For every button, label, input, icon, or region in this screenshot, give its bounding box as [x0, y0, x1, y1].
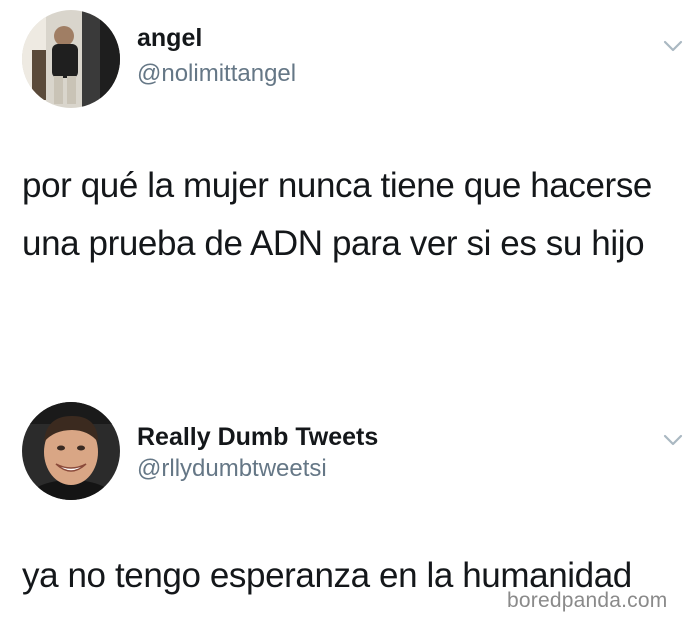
user-handle[interactable]: @rllydumbtweetsi [137, 455, 327, 483]
display-name[interactable]: angel [137, 24, 202, 53]
avatar-photo-icon [22, 10, 120, 108]
user-handle[interactable]: @nolimittangel [137, 60, 296, 88]
watermark: boredpanda.com [507, 589, 668, 612]
tweet-card-2: Really Dumb Tweets @rllydumbtweetsi ya n… [0, 392, 700, 621]
tweet-text: por qué la mujer nunca tiene que hacerse… [22, 166, 652, 263]
display-name[interactable]: Really Dumb Tweets [137, 423, 378, 452]
avatar[interactable] [22, 10, 120, 108]
tweet-card-1: angel @nolimittangel por qué la mujer nu… [0, 0, 700, 380]
avatar-photo-icon [22, 402, 120, 500]
chevron-down-icon[interactable] [662, 38, 684, 54]
avatar[interactable] [22, 402, 120, 500]
chevron-down-icon[interactable] [662, 432, 684, 448]
